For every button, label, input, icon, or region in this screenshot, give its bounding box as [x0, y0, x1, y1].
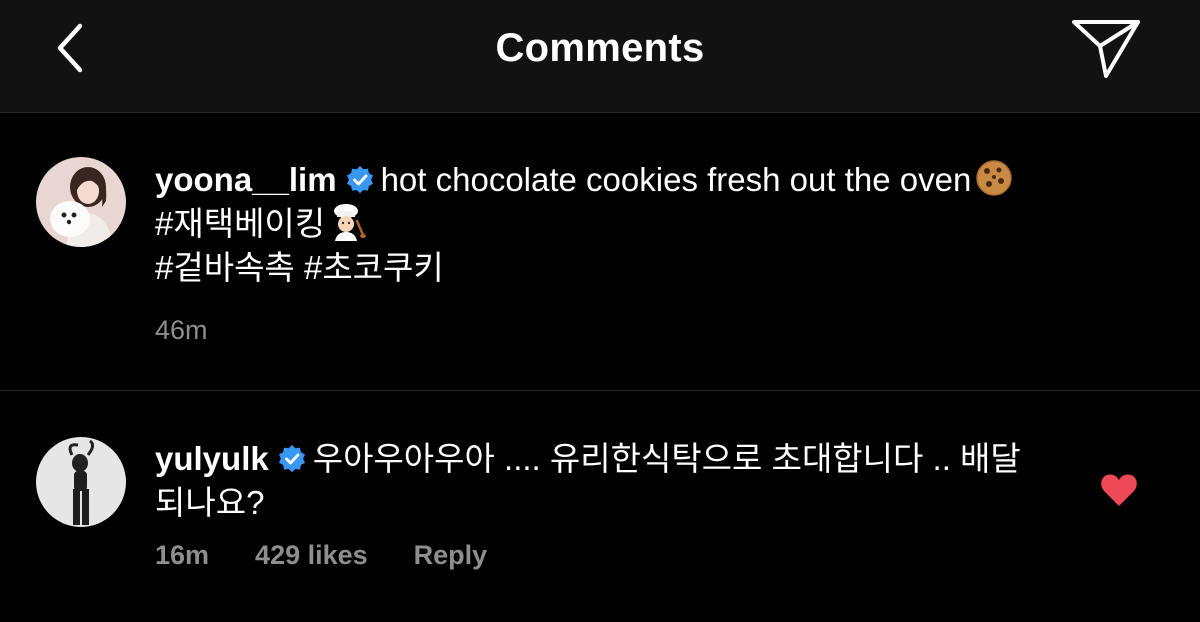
chef-emoji-icon: [334, 204, 367, 241]
post-meta: 46m: [155, 315, 254, 346]
comment-text: yulyulk 우아우아우아 .... 유리한식탁으로 초대합니다 .. 배달 …: [155, 437, 1045, 525]
comment-row: yulyulk 우아우아우아 .... 유리한식탁으로 초대합니다 .. 배달 …: [0, 391, 1200, 622]
avatar-photo-icon: [36, 157, 126, 247]
page-title: Comments: [495, 26, 705, 70]
hashtag-line-1[interactable]: #재택베이킹: [155, 205, 325, 242]
likes-count[interactable]: 429 likes: [255, 540, 368, 570]
commenter-username[interactable]: yulyulk: [155, 440, 269, 477]
poster-username[interactable]: yoona__lim: [155, 161, 337, 198]
caption-text: yoona__lim hot chocolate cookies fresh o…: [155, 158, 1125, 290]
comment-timestamp: 16m: [155, 540, 210, 570]
commenter-avatar[interactable]: [36, 437, 126, 527]
comment-meta: 16m 429 likes Reply: [155, 540, 533, 571]
post-timestamp: 46m: [155, 315, 208, 345]
avatar-photo-icon: [36, 437, 126, 527]
heart-like-icon[interactable]: [1100, 473, 1138, 507]
verified-badge-icon: [346, 166, 373, 194]
hashtag-line-2[interactable]: #겉바속촉 #초코쿠키: [155, 249, 444, 286]
send-paper-plane-icon[interactable]: [1068, 14, 1144, 80]
cookie-emoji-icon: [976, 160, 1013, 196]
reply-button[interactable]: Reply: [414, 540, 488, 570]
post-caption: yoona__lim hot chocolate cookies fresh o…: [0, 113, 1200, 391]
top-bar: Comments: [0, 0, 1200, 113]
verified-badge-icon: [278, 445, 305, 473]
poster-avatar[interactable]: [36, 157, 126, 247]
caption-body: hot chocolate cookies fresh out the oven: [380, 161, 972, 198]
